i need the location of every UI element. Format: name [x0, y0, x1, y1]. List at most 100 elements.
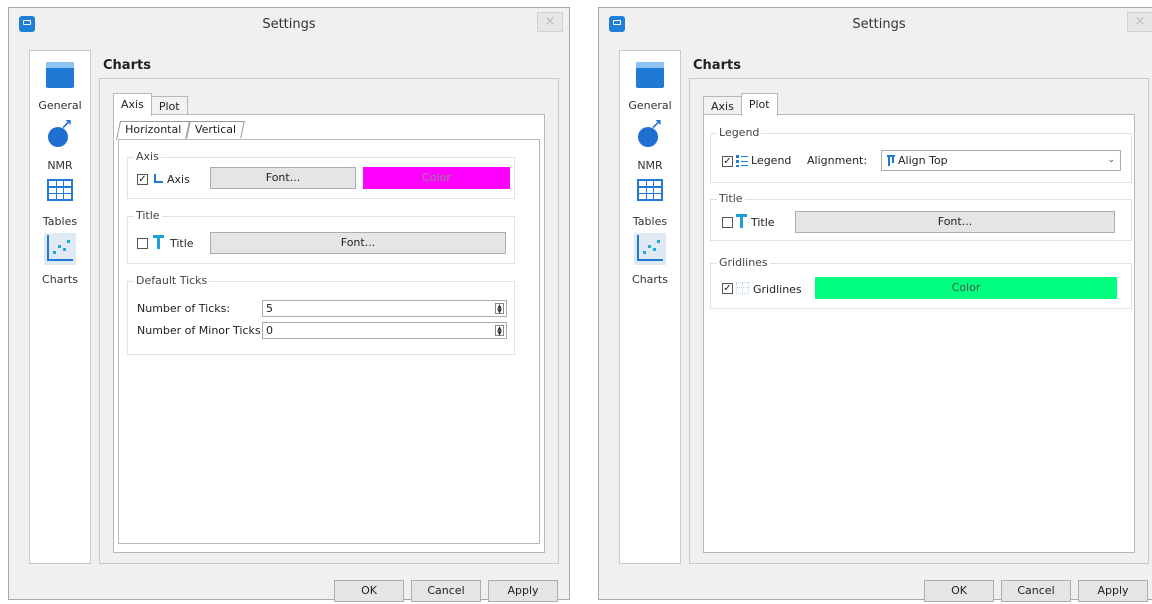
legend-group: Legend ✓ Legend Alignment: Align Top ⌄ [710, 126, 1132, 183]
tab-panel-plot: Legend ✓ Legend Alignment: Align Top ⌄ T… [703, 114, 1135, 553]
tab-bar: Axis Plot [113, 93, 188, 116]
sidebar-item-tables[interactable]: Tables [30, 175, 90, 235]
title-font-button[interactable]: Font... [795, 211, 1115, 233]
table-icon [47, 179, 73, 201]
default-ticks-group: Default Ticks Number of Ticks: 5 ▲ ▼ Numb… [127, 274, 515, 355]
close-icon[interactable]: × [537, 12, 563, 32]
apply-button[interactable]: Apply [1078, 580, 1148, 602]
alignment-select[interactable]: Align Top ⌄ [881, 150, 1121, 171]
axis-checkbox[interactable]: ✓ [137, 174, 148, 185]
settings-window-plot: Settings × General ↗ NMR Tables Charts C… [598, 7, 1152, 602]
sidebar-item-charts[interactable]: Charts [30, 233, 90, 293]
sidebar-item-general[interactable]: General [30, 59, 90, 119]
sidebar-item-nmr[interactable]: ↗ NMR [30, 118, 90, 179]
tab-plot[interactable]: Plot [740, 93, 778, 116]
number-of-minor-ticks-label: Number of Minor Ticks: [137, 324, 265, 337]
ok-button[interactable]: OK [334, 580, 404, 602]
alignment-label: Alignment: [807, 154, 868, 167]
title-group: Title Title Font... [127, 209, 515, 264]
gridlines-label: Gridlines [753, 283, 802, 296]
close-icon[interactable]: × [1127, 12, 1152, 32]
legend-list-icon [736, 155, 748, 167]
number-of-minor-ticks-value: 0 [266, 324, 273, 337]
text-title-icon [736, 214, 748, 228]
group-title: Axis [134, 150, 161, 163]
sidebar-item-nmr[interactable]: ↗ NMR [620, 118, 680, 179]
alignment-value: Align Top [898, 154, 948, 167]
group-title: Title [134, 209, 162, 222]
gridlines-group: Gridlines ✓ Gridlines Color [710, 256, 1132, 309]
sidebar-item-label: NMR [637, 159, 663, 172]
scatter-chart-icon [637, 235, 663, 261]
align-top-icon [887, 155, 895, 166]
number-of-ticks-label: Number of Ticks: [137, 302, 231, 315]
sidebar-item-charts[interactable]: Charts [620, 233, 680, 293]
gridlines-checkbox[interactable]: ✓ [722, 283, 733, 294]
chevron-down-icon: ⌄ [1107, 155, 1115, 165]
window-title: Settings [852, 17, 906, 32]
subtab-panel-horizontal: Axis ✓ Axis Font... Color Title Title Fo… [118, 139, 540, 544]
tab-vertical[interactable]: Vertical [186, 121, 246, 138]
tab-horizontal[interactable]: Horizontal [115, 121, 191, 140]
legend-checkbox[interactable]: ✓ [722, 156, 733, 167]
scatter-chart-icon [47, 235, 73, 261]
window-icon [46, 62, 74, 88]
molecule-icon: ↗ [634, 118, 666, 151]
title-checkbox[interactable] [722, 217, 733, 228]
cancel-button[interactable]: Cancel [1001, 580, 1071, 602]
sidebar-item-label: General [628, 99, 672, 112]
tab-panel-axis: Horizontal Vertical Axis ✓ Axis Font... C… [113, 114, 545, 553]
spin-arrows-icon[interactable]: ▲ ▼ [495, 325, 504, 337]
axis-font-button[interactable]: Font... [210, 167, 356, 189]
page-title: Charts [693, 58, 741, 73]
table-icon [637, 179, 663, 201]
group-title: Title [717, 192, 745, 205]
text-title-icon [153, 235, 165, 249]
tab-axis[interactable]: Axis [113, 93, 152, 116]
settings-sidebar: General ↗ NMR Tables Charts [29, 50, 91, 564]
tab-plot[interactable]: Plot [150, 96, 188, 116]
title-bar: Settings × [9, 8, 569, 42]
molecule-icon: ↗ [44, 118, 76, 151]
number-of-ticks-value: 5 [266, 302, 273, 315]
title-label: Title [751, 216, 775, 229]
group-title: Default Ticks [134, 274, 210, 287]
sidebar-item-general[interactable]: General [620, 59, 680, 119]
page-title: Charts [103, 58, 151, 73]
ok-button[interactable]: OK [924, 580, 994, 602]
sidebar-item-tables[interactable]: Tables [620, 175, 680, 235]
group-title: Gridlines [717, 256, 770, 269]
window-icon [636, 62, 664, 88]
axis-group: Axis ✓ Axis Font... Color [127, 150, 515, 199]
title-bar: Settings × [599, 8, 1152, 42]
sidebar-item-label: Charts [42, 273, 78, 286]
group-title: Legend [717, 126, 762, 139]
apply-button[interactable]: Apply [488, 580, 558, 602]
sidebar-item-label: NMR [47, 159, 73, 172]
settings-content: Charts Axis Plot Horizontal Vertical Axis … [99, 50, 559, 564]
title-group: Title Title Font... [710, 192, 1132, 241]
settings-content: Charts Axis Plot Legend ✓ Legend Alignmen… [689, 50, 1149, 564]
sidebar-item-label: Tables [42, 215, 78, 228]
sidebar-item-label: Charts [632, 273, 668, 286]
number-of-ticks-spinbox[interactable]: 5 ▲ ▼ [262, 300, 507, 317]
title-checkbox[interactable] [137, 238, 148, 249]
tab-bar: Axis Plot [703, 93, 778, 116]
title-label: Title [170, 237, 194, 250]
window-title: Settings [262, 17, 316, 32]
sidebar-item-label: Tables [632, 215, 668, 228]
tab-axis[interactable]: Axis [703, 96, 742, 116]
legend-label: Legend [751, 154, 792, 167]
settings-sidebar: General ↗ NMR Tables Charts [619, 50, 681, 564]
axis-arrow-icon [153, 173, 165, 185]
gridlines-color-button[interactable]: Color [815, 277, 1117, 299]
subtab-bar: Horizontal Vertical [115, 121, 246, 140]
settings-window-axis: Settings × General ↗ NMR Tables Charts C… [8, 7, 570, 602]
spin-arrows-icon[interactable]: ▲ ▼ [495, 303, 504, 315]
axis-label: Axis [167, 173, 190, 186]
number-of-minor-ticks-spinbox[interactable]: 0 ▲ ▼ [262, 322, 507, 339]
cancel-button[interactable]: Cancel [411, 580, 481, 602]
axis-color-button[interactable]: Color [363, 167, 510, 189]
title-font-button[interactable]: Font... [210, 232, 506, 254]
gridlines-icon [736, 282, 749, 294]
